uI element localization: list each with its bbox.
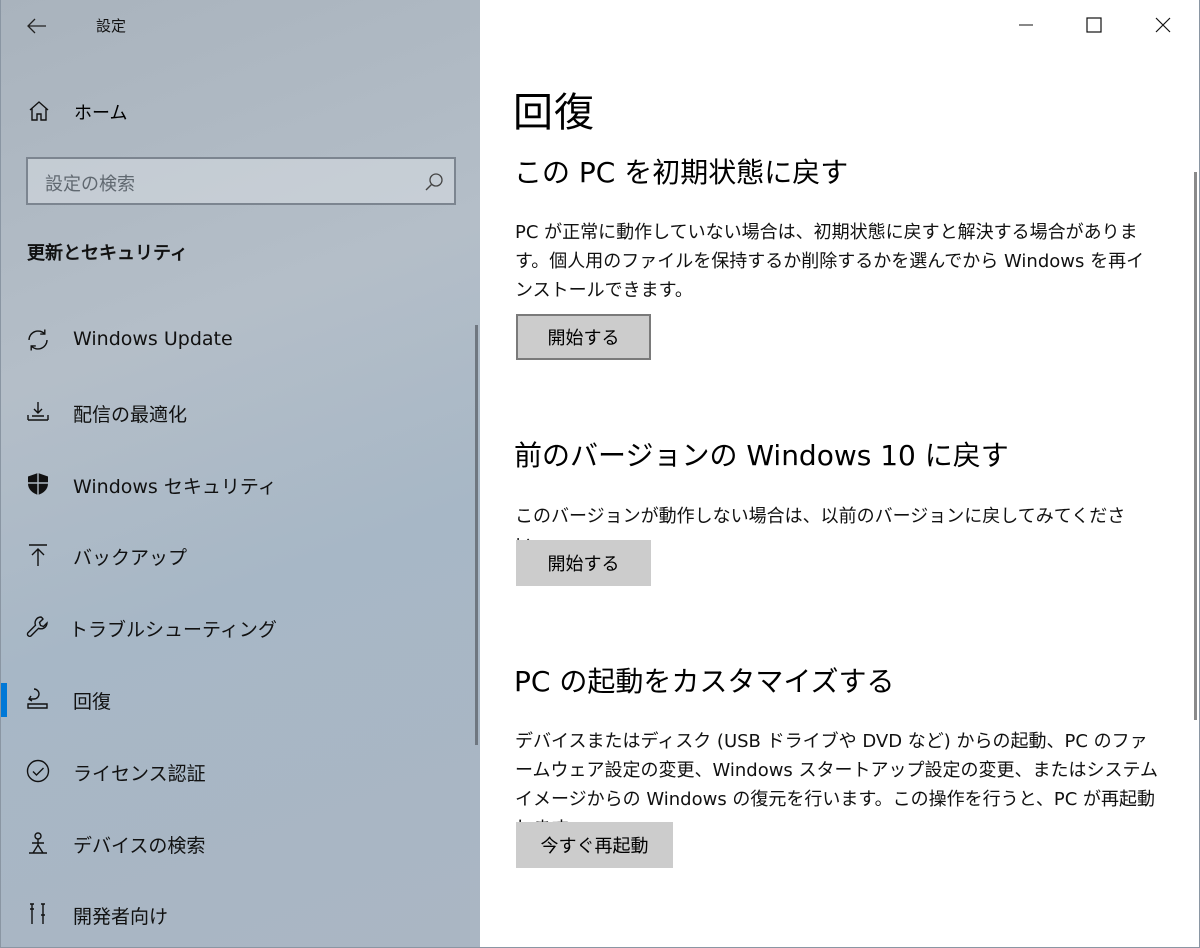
section-reset-title: この PC を初期状態に戻す [514,156,849,189]
rollback-start-button[interactable]: 開始する [516,540,651,586]
back-button[interactable] [21,12,53,40]
sidebar-item-label: デバイスの検索 [73,835,206,857]
sidebar-item-windows-security[interactable]: Windows セキュリティ [1,458,471,508]
search-box[interactable]: 設定の検索 [26,157,456,205]
delivery-icon [25,399,51,425]
person-location-icon [25,830,51,856]
sidebar-item-label: トラブルシューティング [69,619,277,641]
sidebar-item-label: ライセンス認証 [73,763,206,785]
check-circle-icon [25,758,51,784]
wrench-icon [25,614,51,640]
sidebar-item-windows-update[interactable]: Windows Update [1,314,471,364]
restart-now-button[interactable]: 今すぐ再起動 [516,822,673,868]
sidebar-item-troubleshoot[interactable]: トラブルシューティング [1,601,471,651]
sidebar-item-recovery[interactable]: 回復 [1,673,471,723]
back-arrow-icon [27,18,46,34]
sidebar-item-developers[interactable]: 開発者向け [1,888,471,938]
main-scrollbar[interactable] [1194,172,1197,720]
sidebar-item-label: 回復 [73,691,112,713]
shield-icon [25,471,51,497]
sidebar-item-label: 配信の最適化 [73,404,188,426]
close-button[interactable] [1145,10,1181,40]
sidebar-item-label: Windows セキュリティ [73,476,277,498]
close-icon [1155,17,1171,33]
nav-home-label: ホーム [74,103,128,124]
minimize-button[interactable] [1008,10,1044,40]
page-title: 回復 [513,90,595,136]
sidebar-item-label: Windows Update [73,328,233,350]
home-icon [27,99,51,123]
sidebar-scrollbar[interactable] [475,325,478,745]
nav-home[interactable]: ホーム [1,90,471,130]
recovery-icon [25,686,51,712]
maximize-icon [1086,17,1102,33]
active-indicator [1,683,7,717]
section-rollback-title: 前のバージョンの Windows 10 に戻す [514,439,1009,472]
sidebar-item-find-device[interactable]: デバイスの検索 [1,817,471,867]
section-reset-desc: PC が正常に動作していない場合は、初期状態に戻すと解決する場合があります。個人… [515,222,1145,301]
maximize-button[interactable] [1076,10,1112,40]
section-advanced-startup-title: PC の起動をカスタマイズする [514,665,895,698]
sidebar-item-label: 開発者向け [73,906,169,928]
reset-start-button[interactable]: 開始する [516,314,651,360]
sidebar-item-delivery-optimization[interactable]: 配信の最適化 [1,386,471,436]
sidebar-item-backup[interactable]: バックアップ [1,529,471,579]
minimize-icon [1019,24,1033,26]
sidebar-item-label: バックアップ [73,547,188,569]
search-icon[interactable] [424,172,444,192]
sidebar: 設定 ホーム 設定の検索 更新とセキュリティ Windows Update 配信… [0,0,480,948]
search-input[interactable]: 設定の検索 [45,170,135,196]
refresh-icon [25,327,51,353]
developer-icon [25,901,51,927]
main-panel: 回復 この PC を初期状態に戻す PC が正常に動作していない場合は、初期状態… [480,0,1200,948]
section-title: 更新とセキュリティ [27,243,188,264]
sidebar-item-activation[interactable]: ライセンス認証 [1,745,471,795]
upload-arrow-icon [25,542,51,568]
app-title: 設定 [96,17,127,35]
